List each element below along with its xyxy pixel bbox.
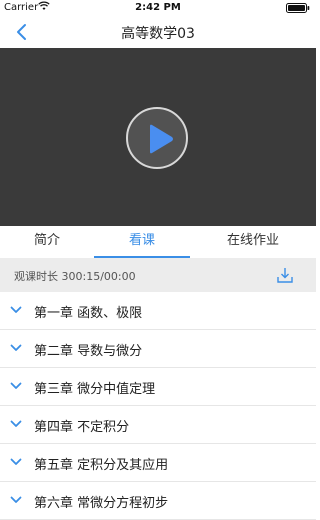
- download-icon: [277, 268, 293, 283]
- watch-duration-bar: 观课时长 300:15/00:00: [0, 258, 316, 292]
- chapter-item[interactable]: 第六章 常微分方程初步: [0, 482, 316, 520]
- play-button[interactable]: [126, 107, 188, 169]
- tab-watch[interactable]: 看课: [94, 226, 190, 258]
- chevron-down-icon: [10, 306, 22, 313]
- chapter-item[interactable]: 第一章 函数、极限: [0, 292, 316, 330]
- chapter-title: 第五章 定积分及其应用: [34, 458, 169, 473]
- chapter-title: 第四章 不定积分: [34, 420, 130, 435]
- chapter-list: 第一章 函数、极限 第二章 导数与微分 第三章 微分中值定理 第四章 不定积分 …: [0, 292, 316, 520]
- chapter-title: 第六章 常微分方程初步: [34, 496, 169, 511]
- chapter-item[interactable]: 第五章 定积分及其应用: [0, 444, 316, 482]
- video-player[interactable]: [0, 48, 316, 226]
- clock: 2:42 PM: [135, 2, 181, 13]
- chapter-item[interactable]: 第四章 不定积分: [0, 406, 316, 444]
- chevron-down-icon: [10, 382, 22, 389]
- chevron-down-icon: [10, 496, 22, 503]
- download-button[interactable]: [276, 266, 294, 288]
- chapter-title: 第三章 微分中值定理: [34, 382, 156, 397]
- status-bar: Carrier 2:42 PM: [0, 0, 316, 16]
- chevron-down-icon: [10, 344, 22, 351]
- chevron-down-icon: [10, 420, 22, 427]
- tab-intro[interactable]: 简介: [0, 226, 94, 258]
- chevron-down-icon: [10, 458, 22, 465]
- tab-homework[interactable]: 在线作业: [190, 226, 316, 258]
- watch-duration-label: 观课时长 300:15/00:00: [14, 270, 136, 283]
- tab-bar: 简介 看课 在线作业: [0, 226, 316, 258]
- nav-bar: 高等数学03: [0, 16, 316, 48]
- chapter-title: 第一章 函数、极限: [34, 306, 143, 321]
- chapter-item[interactable]: 第三章 微分中值定理: [0, 368, 316, 406]
- page-title: 高等数学03: [121, 26, 195, 42]
- play-icon: [150, 124, 173, 154]
- chapter-item[interactable]: 第二章 导数与微分: [0, 330, 316, 368]
- battery-icon: [286, 3, 310, 16]
- chapter-title: 第二章 导数与微分: [34, 344, 143, 359]
